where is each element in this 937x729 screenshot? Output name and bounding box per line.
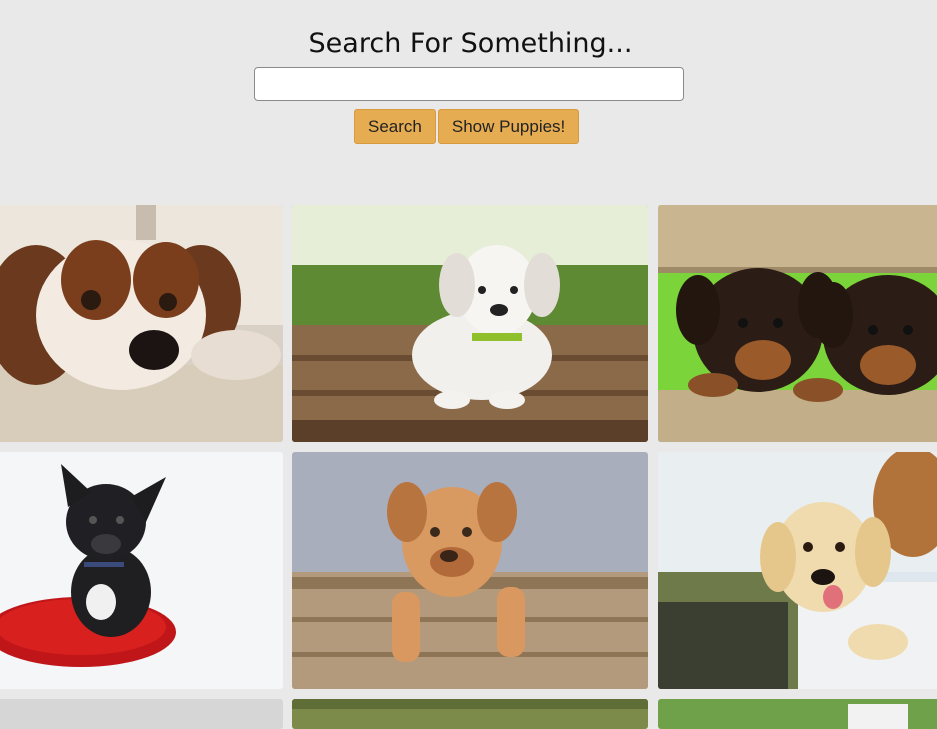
image-tile[interactable]	[658, 452, 937, 689]
image-tile[interactable]	[0, 452, 283, 689]
puppy-image	[658, 452, 937, 689]
image-tile[interactable]	[292, 205, 648, 442]
puppy-image	[0, 205, 283, 442]
image-tile[interactable]	[658, 205, 937, 442]
puppy-image	[0, 452, 283, 689]
puppy-image	[292, 699, 648, 729]
image-tile[interactable]	[658, 699, 937, 729]
image-tile[interactable]	[292, 452, 648, 689]
search-input[interactable]	[254, 67, 684, 101]
puppy-image	[292, 452, 648, 689]
button-row: Search Show Puppies!	[354, 109, 580, 144]
search-button[interactable]: Search	[354, 109, 436, 144]
puppy-image	[658, 205, 937, 442]
page-title: Search For Something...	[308, 28, 633, 59]
puppy-image	[292, 205, 648, 442]
puppy-image	[658, 699, 937, 729]
image-tile[interactable]	[0, 699, 283, 729]
image-tile[interactable]	[0, 205, 283, 442]
image-tile[interactable]	[292, 699, 648, 729]
puppy-image	[0, 699, 283, 729]
image-grid	[0, 205, 937, 729]
search-header: Search For Something... Search Show Pupp…	[0, 0, 937, 200]
show-puppies-button[interactable]: Show Puppies!	[437, 109, 580, 144]
